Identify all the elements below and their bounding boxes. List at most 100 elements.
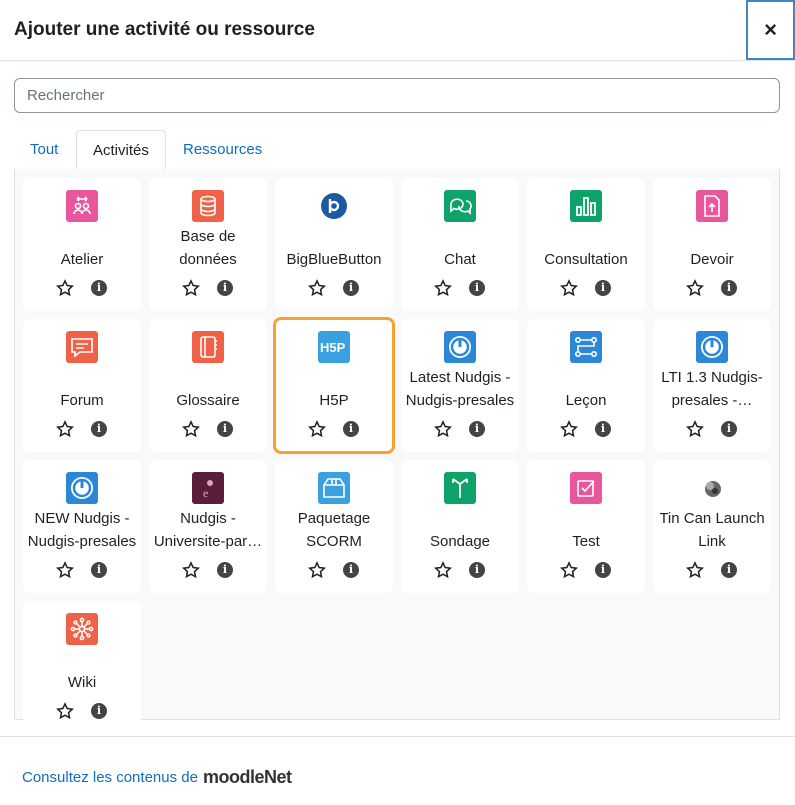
star-icon[interactable] xyxy=(560,420,578,438)
star-icon[interactable] xyxy=(56,561,74,579)
info-icon[interactable]: i xyxy=(469,280,485,296)
activity-card-scorm-package[interactable]: Paquetage SCORM i xyxy=(275,460,393,593)
star-icon[interactable] xyxy=(686,279,704,297)
activity-card-nudgis-university[interactable]: e Nudgis - Universite-par… i xyxy=(149,460,267,593)
star-icon[interactable] xyxy=(686,420,704,438)
nudgis-icon xyxy=(444,331,476,363)
info-icon[interactable]: i xyxy=(721,421,737,437)
info-icon[interactable]: i xyxy=(217,562,233,578)
info-icon[interactable]: i xyxy=(217,280,233,296)
activity-name: BigBlueButton xyxy=(286,251,382,268)
star-icon[interactable] xyxy=(182,279,200,297)
quiz-icon xyxy=(570,472,602,504)
star-icon[interactable] xyxy=(560,279,578,297)
close-button[interactable]: × xyxy=(746,0,795,60)
activity-name: Forum xyxy=(60,392,104,409)
info-icon[interactable]: i xyxy=(91,421,107,437)
h5p-icon: H5P xyxy=(318,331,350,363)
activity-card-glossary[interactable]: Glossaire i xyxy=(149,319,267,452)
activity-card-consultation[interactable]: Consultation i xyxy=(527,178,645,311)
card-actions: i xyxy=(653,560,771,582)
card-actions: i xyxy=(275,419,393,441)
info-icon[interactable]: i xyxy=(217,421,233,437)
star-icon[interactable] xyxy=(56,702,74,720)
star-icon[interactable] xyxy=(56,279,74,297)
activity-name: LTI 1.3 Nudgis-presales -… xyxy=(661,369,763,409)
info-icon[interactable]: i xyxy=(721,562,737,578)
modal-header: Ajouter une activité ou ressource × xyxy=(0,0,795,61)
star-icon[interactable] xyxy=(434,279,452,297)
info-icon[interactable]: i xyxy=(343,280,359,296)
activity-name: Wiki xyxy=(67,674,97,691)
activity-card-quiz[interactable]: Test i xyxy=(527,460,645,593)
activity-name: Leçon xyxy=(565,392,607,409)
info-icon[interactable]: i xyxy=(595,562,611,578)
info-icon[interactable]: i xyxy=(469,421,485,437)
tab-all[interactable]: Tout xyxy=(14,130,74,170)
star-icon[interactable] xyxy=(434,561,452,579)
activity-name: Atelier xyxy=(60,251,104,268)
star-icon[interactable] xyxy=(182,561,200,579)
card-actions: i xyxy=(23,419,141,441)
activity-card-nudgis[interactable]: LTI 1.3 Nudgis-presales -… i xyxy=(653,319,771,452)
tab-activities[interactable]: Activités xyxy=(76,130,166,171)
activity-name: Paquetage SCORM xyxy=(297,510,371,550)
activity-card-workshop[interactable]: Atelier i xyxy=(23,178,141,311)
card-actions: i xyxy=(149,278,267,300)
activity-chooser-modal: Ajouter une activité ou ressource × Tout… xyxy=(0,0,795,805)
star-icon[interactable] xyxy=(308,279,326,297)
activity-card-wiki[interactable]: Wiki i xyxy=(23,601,141,734)
activity-card-survey[interactable]: Sondage i xyxy=(401,460,519,593)
info-icon[interactable]: i xyxy=(595,280,611,296)
moodlenet-link[interactable]: Consultez les contenus de moodleNet xyxy=(22,767,292,788)
activity-name: Latest Nudgis - Nudgis-presales xyxy=(405,369,515,409)
info-icon[interactable]: i xyxy=(721,280,737,296)
info-icon[interactable]: i xyxy=(343,562,359,578)
svg-text:e: e xyxy=(203,486,208,500)
star-icon[interactable] xyxy=(434,420,452,438)
activity-card-bigbluebutton[interactable]: BigBlueButton i xyxy=(275,178,393,311)
scorm-package-icon xyxy=(318,472,350,504)
star-icon[interactable] xyxy=(308,420,326,438)
star-icon[interactable] xyxy=(686,561,704,579)
workshop-icon xyxy=(66,190,98,222)
card-actions: i xyxy=(401,419,519,441)
search-input[interactable] xyxy=(14,78,780,113)
wiki-icon xyxy=(66,613,98,645)
card-actions: i xyxy=(23,560,141,582)
activity-card-chat[interactable]: Chat i xyxy=(401,178,519,311)
card-actions: i xyxy=(527,278,645,300)
bigbluebutton-icon xyxy=(318,190,350,222)
info-icon[interactable]: i xyxy=(91,703,107,719)
info-icon[interactable]: i xyxy=(91,280,107,296)
activity-card-assignment[interactable]: Devoir i xyxy=(653,178,771,311)
star-icon[interactable] xyxy=(56,420,74,438)
activity-card-nudgis[interactable]: Latest Nudgis - Nudgis-presales i xyxy=(401,319,519,452)
star-icon[interactable] xyxy=(182,420,200,438)
star-icon[interactable] xyxy=(308,561,326,579)
close-icon: × xyxy=(764,17,777,42)
svg-text:H5P: H5P xyxy=(320,340,346,355)
activity-card-forum[interactable]: Forum i xyxy=(23,319,141,452)
activity-card-database[interactable]: Base de données i xyxy=(149,178,267,311)
card-actions: i xyxy=(527,419,645,441)
activity-name: Devoir xyxy=(690,251,734,268)
activity-card-lesson[interactable]: Leçon i xyxy=(527,319,645,452)
info-icon[interactable]: i xyxy=(595,421,611,437)
activity-name: NEW Nudgis - Nudgis-presales xyxy=(27,510,137,550)
star-icon[interactable] xyxy=(560,561,578,579)
card-actions: i xyxy=(275,278,393,300)
activity-name: Consultation xyxy=(544,251,628,268)
activity-card-h5p[interactable]: H5P H5P i xyxy=(273,317,395,454)
activity-card-nudgis[interactable]: NEW Nudgis - Nudgis-presales i xyxy=(23,460,141,593)
tab-resources[interactable]: Ressources xyxy=(167,130,278,170)
activity-card-tincan[interactable]: Tin Can Launch Link i xyxy=(653,460,771,593)
card-actions: i xyxy=(275,560,393,582)
info-icon[interactable]: i xyxy=(343,421,359,437)
info-icon[interactable]: i xyxy=(91,562,107,578)
info-icon[interactable]: i xyxy=(469,562,485,578)
card-actions: i xyxy=(23,278,141,300)
card-actions: i xyxy=(653,419,771,441)
consultation-icon xyxy=(570,190,602,222)
card-actions: i xyxy=(23,701,141,723)
